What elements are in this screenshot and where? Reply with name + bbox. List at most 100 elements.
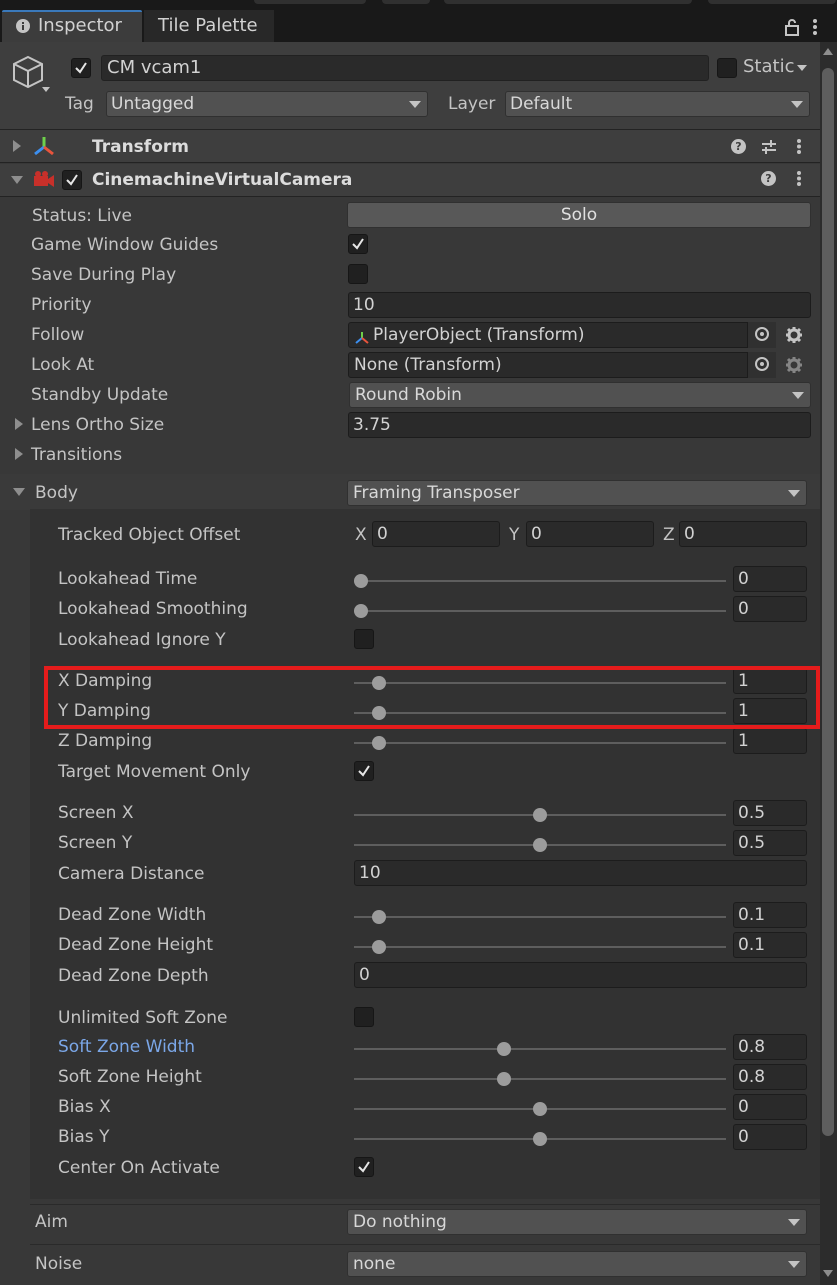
info-icon xyxy=(16,19,30,33)
soft-zone-width-slider-track[interactable] xyxy=(354,1048,726,1050)
foldout-arrow-icon[interactable] xyxy=(13,488,25,496)
save-during-play-checkbox[interactable] xyxy=(348,264,368,284)
screen-y-slider-knob[interactable] xyxy=(533,838,547,852)
bias-y-label: Bias Y xyxy=(58,1127,110,1147)
dead-zone-height-slider-knob[interactable] xyxy=(371,940,386,954)
lens-ortho-size-field[interactable]: 3.75 xyxy=(348,412,811,438)
target-dot-icon xyxy=(760,362,764,366)
bias-x-field[interactable]: 0 xyxy=(733,1094,807,1120)
solo-button[interactable]: Solo xyxy=(347,202,811,228)
gear-icon[interactable] xyxy=(786,327,802,348)
offset-z-label: Z xyxy=(663,525,675,545)
screen-y-field[interactable]: 0.5 xyxy=(733,830,807,856)
component-menu-icon[interactable] xyxy=(796,170,802,192)
tab-inspector-label: Inspector xyxy=(38,15,122,36)
scrollbar-thumb[interactable] xyxy=(822,68,834,1136)
preset-sliders-icon[interactable] xyxy=(761,139,777,160)
lookahead-smoothing-field[interactable]: 0 xyxy=(733,596,807,622)
dead-zone-depth-label: Dead Zone Depth xyxy=(58,966,209,986)
chevron-down-icon xyxy=(788,1219,800,1226)
game-window-guides-checkbox[interactable] xyxy=(348,234,368,254)
z-damping-slider-knob[interactable] xyxy=(371,736,386,750)
divider xyxy=(30,1244,820,1245)
lock-icon[interactable] xyxy=(784,18,800,41)
look-at-label: Look At xyxy=(31,355,95,375)
foldout-arrow-icon[interactable] xyxy=(11,176,23,184)
look-at-object-field[interactable]: None (Transform) xyxy=(348,352,776,378)
static-label: Static xyxy=(743,56,795,77)
target-dot-icon xyxy=(760,332,764,336)
object-picker-button[interactable] xyxy=(747,322,776,348)
dead-zone-height-field[interactable]: 0.1 xyxy=(733,932,807,958)
foldout-arrow-icon[interactable] xyxy=(15,448,23,460)
scroll-up-arrow-icon[interactable] xyxy=(823,48,833,55)
standby-update-dropdown[interactable]: Round Robin xyxy=(349,382,811,408)
lens-ortho-size-label[interactable]: Lens Ortho Size xyxy=(31,415,164,435)
aim-label[interactable]: Aim xyxy=(35,1212,68,1232)
lookahead-ignore-y-label: Lookahead Ignore Y xyxy=(58,630,226,650)
layer-dropdown[interactable]: Default xyxy=(505,91,810,117)
dead-zone-depth-field[interactable]: 0 xyxy=(354,962,807,988)
transitions-label[interactable]: Transitions xyxy=(31,445,122,465)
tab-tile-palette-label: Tile Palette xyxy=(158,15,258,36)
soft-zone-height-slider-track[interactable] xyxy=(354,1078,726,1080)
target-movement-only-checkbox[interactable] xyxy=(354,761,374,781)
camera-distance-label: Camera Distance xyxy=(58,864,205,884)
kebab-menu-icon[interactable] xyxy=(812,18,818,41)
screen-x-field[interactable]: 0.5 xyxy=(733,800,807,826)
bias-x-slider-knob[interactable] xyxy=(533,1102,547,1116)
screen-x-label: Screen X xyxy=(58,803,134,823)
unlimited-soft-zone-checkbox[interactable] xyxy=(354,1007,374,1027)
foldout-arrow-icon[interactable] xyxy=(13,140,21,152)
component-menu-icon[interactable] xyxy=(796,138,802,160)
vcam-enabled-checkbox[interactable] xyxy=(62,170,82,190)
help-icon[interactable]: ? xyxy=(761,171,776,186)
lookahead-smoothing-slider-knob[interactable] xyxy=(354,604,368,618)
noise-dropdown[interactable]: none xyxy=(347,1251,807,1277)
soft-zone-width-field[interactable]: 0.8 xyxy=(733,1034,807,1060)
object-name-field[interactable]: CM vcam1 xyxy=(101,55,709,81)
dead-zone-height-slider-track[interactable] xyxy=(354,946,726,948)
noise-label[interactable]: Noise xyxy=(35,1254,82,1274)
static-dropdown-arrow-icon[interactable] xyxy=(797,65,807,71)
aim-dropdown[interactable]: Do nothing xyxy=(347,1209,807,1235)
soft-zone-height-label: Soft Zone Height xyxy=(58,1067,202,1087)
body-label[interactable]: Body xyxy=(35,483,78,503)
dead-zone-width-field[interactable]: 0.1 xyxy=(733,902,807,928)
help-icon[interactable]: ? xyxy=(731,139,746,154)
lookahead-time-field[interactable]: 0 xyxy=(733,566,807,592)
foldout-arrow-icon[interactable] xyxy=(15,418,23,430)
offset-y-field[interactable]: 0 xyxy=(526,521,654,547)
lookahead-time-slider-track[interactable] xyxy=(354,580,726,582)
lookahead-ignore-y-checkbox[interactable] xyxy=(354,629,374,649)
scroll-down-arrow-icon[interactable] xyxy=(823,1270,833,1277)
body-dropdown[interactable]: Framing Transposer xyxy=(347,480,807,506)
lookahead-smoothing-slider-track[interactable] xyxy=(354,610,726,612)
z-damping-slider-track[interactable] xyxy=(354,742,726,744)
dead-zone-width-slider-track[interactable] xyxy=(354,916,726,918)
bias-y-slider-knob[interactable] xyxy=(533,1132,547,1146)
transform-axes-icon xyxy=(355,328,369,352)
tag-dropdown[interactable]: Untagged xyxy=(106,91,428,117)
gear-icon[interactable] xyxy=(786,357,802,378)
priority-field[interactable]: 10 xyxy=(348,292,811,318)
object-picker-button[interactable] xyxy=(747,352,776,378)
save-during-play-label: Save During Play xyxy=(31,265,177,285)
camera-distance-field[interactable]: 10 xyxy=(354,860,807,886)
center-on-activate-checkbox[interactable] xyxy=(354,1157,374,1177)
static-checkbox[interactable] xyxy=(717,58,737,78)
screen-x-slider-knob[interactable] xyxy=(533,808,547,822)
dead-zone-width-slider-knob[interactable] xyxy=(371,910,386,924)
bias-y-field[interactable]: 0 xyxy=(733,1124,807,1150)
aim-value: Do nothing xyxy=(353,1212,447,1232)
active-checkbox[interactable] xyxy=(71,58,91,78)
offset-z-field[interactable]: 0 xyxy=(679,521,807,547)
lookahead-time-slider-knob[interactable] xyxy=(354,574,368,588)
soft-zone-height-field[interactable]: 0.8 xyxy=(733,1064,807,1090)
follow-object-field[interactable]: PlayerObject (Transform) xyxy=(348,322,776,348)
chevron-down-icon xyxy=(788,1261,800,1268)
offset-x-field[interactable]: 0 xyxy=(372,521,500,547)
layer-label: Layer xyxy=(448,94,496,114)
z-damping-field[interactable]: 1 xyxy=(733,728,807,754)
soft-zone-width-label: Soft Zone Width xyxy=(58,1037,196,1057)
